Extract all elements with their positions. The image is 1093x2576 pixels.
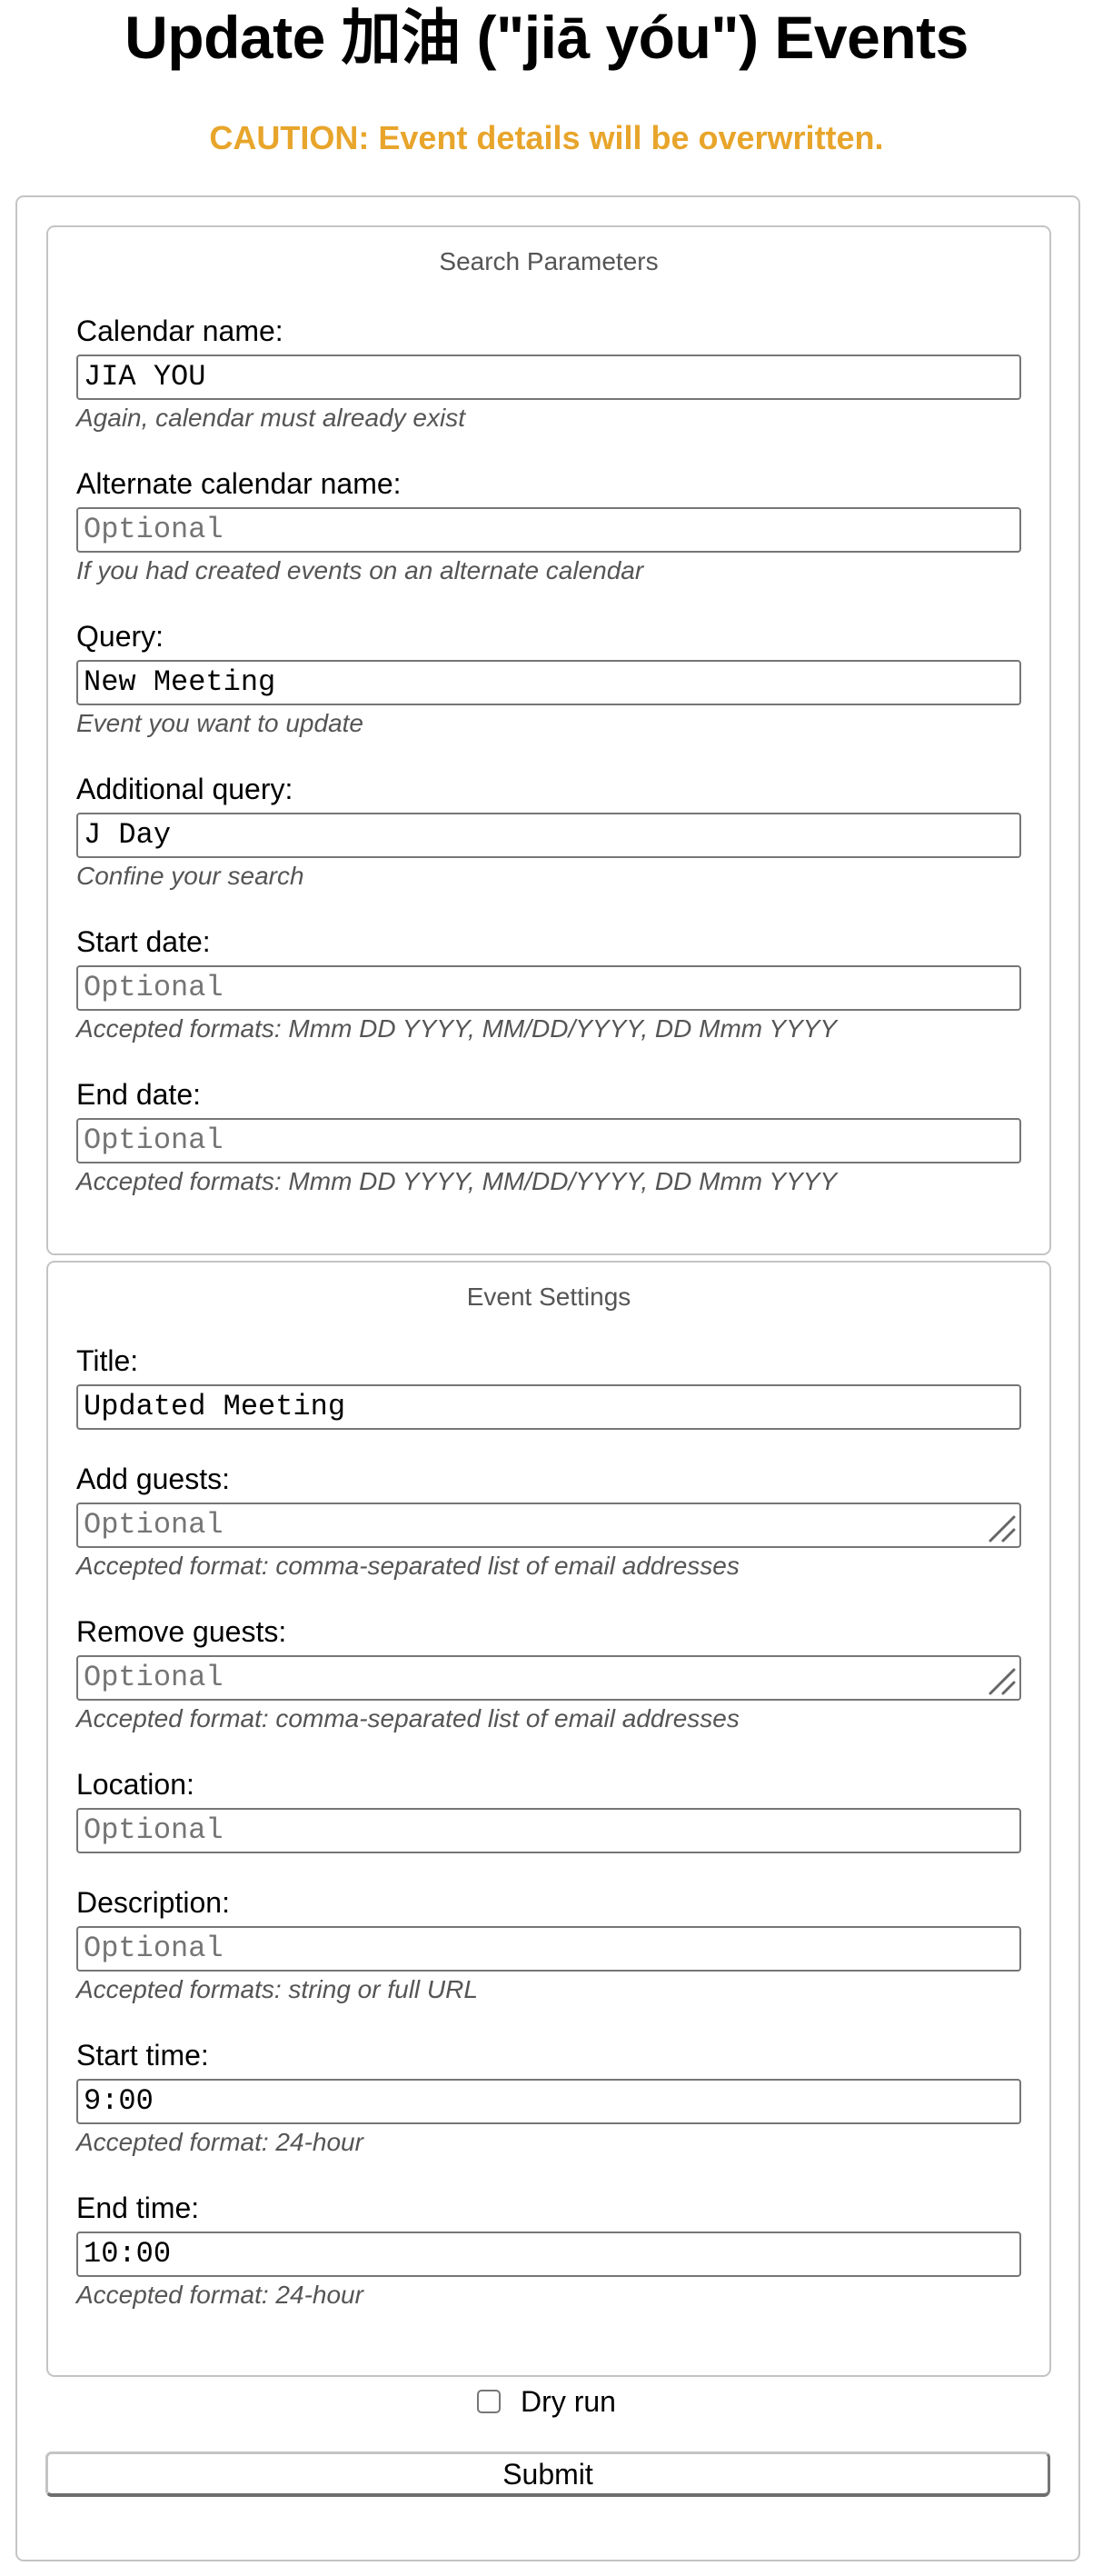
additional-query-value: J Day [84, 818, 172, 852]
add-guests-label: Add guests: [76, 1463, 230, 1495]
end-time-value: 10:00 [84, 2237, 172, 2271]
start-date-input[interactable]: Optional [76, 965, 1021, 1011]
start-date-hint: Accepted formats: Mmm DD YYYY, MM/DD/YYY… [76, 1014, 838, 1043]
query-field: Query: New Meeting Event you want to updat… [76, 618, 1021, 740]
start-date-placeholder: Optional [84, 971, 224, 1004]
title-input[interactable]: Updated Meeting [76, 1384, 1021, 1430]
query-value: New Meeting [84, 665, 276, 699]
start-time-hint: Accepted format: 24-hour [76, 2128, 363, 2156]
event-settings-fieldset: Event Settings Title: Updated Meeting Add … [46, 1261, 1051, 2377]
calendar-name-value: JIA YOU [84, 360, 206, 394]
description-label: Description: [76, 1886, 230, 1919]
location-field: Location: Optional [76, 1766, 1021, 1853]
resize-handle-icon[interactable] [985, 1512, 1018, 1544]
dry-run-option[interactable]: Dry run [0, 2374, 1093, 2429]
additional-query-hint: Confine your search [76, 862, 304, 890]
end-date-placeholder: Optional [84, 1123, 224, 1157]
add-guests-textarea[interactable]: Optional [76, 1503, 1021, 1548]
dry-run-checkbox[interactable] [477, 2390, 502, 2413]
calendar-name-input[interactable]: JIA YOU [76, 354, 1021, 400]
remove-guests-label: Remove guests: [76, 1615, 287, 1648]
resize-handle-icon[interactable] [985, 1664, 1018, 1697]
description-field: Description: Optional Accepted formats: st… [76, 1884, 1021, 2006]
alternate-calendar-name-hint: If you had created events on an alternat… [76, 556, 644, 584]
remove-guests-textarea[interactable]: Optional [76, 1655, 1021, 1701]
page-title: Update 加油 ("jiā yóu") Events [124, 4, 969, 71]
end-date-field: End date: Optional Accepted formats: Mmm D… [76, 1076, 1021, 1198]
calendar-name-hint: Again, calendar must already exist [76, 404, 465, 432]
description-placeholder: Optional [84, 1932, 224, 1965]
alternate-calendar-name-placeholder: Optional [84, 513, 224, 546]
submit-button[interactable]: Submit [45, 2451, 1050, 2497]
location-input[interactable]: Optional [76, 1808, 1021, 1853]
end-time-field: End time: 10:00 Accepted format: 24-hour [76, 2190, 1021, 2311]
start-time-label: Start time: [76, 2039, 209, 2072]
title-label: Title: [76, 1344, 139, 1377]
remove-guests-placeholder: Optional [84, 1661, 224, 1694]
add-guests-field: Add guests: Optional Accepted format: comm… [76, 1461, 1021, 1583]
add-guests-placeholder: Optional [84, 1508, 224, 1542]
search-parameters-fieldset: Search Parameters Calendar name: JIA YOU A… [46, 225, 1051, 1255]
location-placeholder: Optional [84, 1813, 224, 1847]
end-time-hint: Accepted format: 24-hour [76, 2281, 363, 2309]
additional-query-label: Additional query: [76, 773, 293, 805]
start-date-label: Start date: [76, 925, 211, 958]
query-input[interactable]: New Meeting [76, 660, 1021, 705]
description-hint: Accepted formats: string or full URL [76, 1975, 478, 2003]
search-parameters-legend: Search Parameters [439, 247, 659, 275]
alternate-calendar-name-field: Alternate calendar name: Optional If you h… [76, 465, 1021, 587]
query-hint: Event you want to update [76, 709, 363, 737]
remove-guests-field: Remove guests: Optional Accepted format: c… [76, 1613, 1021, 1735]
caution-message: CAUTION: Event details will be overwritt… [209, 119, 884, 156]
title-value: Updated Meeting [84, 1390, 346, 1423]
end-date-label: End date: [76, 1078, 201, 1111]
location-label: Location: [76, 1768, 194, 1801]
query-label: Query: [76, 620, 164, 653]
additional-query-field: Additional query: J Day Confine your searc… [76, 771, 1021, 893]
title-field: Title: Updated Meeting [76, 1343, 1021, 1430]
add-guests-hint: Accepted format: comma-separated list of… [76, 1552, 740, 1580]
start-time-input[interactable]: 9:00 [76, 2079, 1021, 2124]
end-date-hint: Accepted formats: Mmm DD YYYY, MM/DD/YYY… [76, 1167, 838, 1195]
start-time-value: 9:00 [84, 2084, 154, 2118]
end-date-input[interactable]: Optional [76, 1118, 1021, 1163]
start-time-field: Start time: 9:00 Accepted format: 24-hour [76, 2037, 1021, 2159]
end-time-input[interactable]: 10:00 [76, 2232, 1021, 2277]
calendar-name-field: Calendar name: JIA YOU Again, calendar mus… [76, 313, 1021, 434]
alternate-calendar-name-label: Alternate calendar name: [76, 467, 402, 500]
alternate-calendar-name-input[interactable]: Optional [76, 507, 1021, 553]
calendar-name-label: Calendar name: [76, 315, 283, 347]
dry-run-label[interactable]: Dry run [521, 2385, 616, 2419]
start-date-field: Start date: Optional Accepted formats: Mmm… [76, 924, 1021, 1045]
update-events-form: Search Parameters Calendar name: JIA YOU A… [15, 195, 1080, 2561]
event-settings-legend: Event Settings [466, 1283, 631, 1311]
additional-query-input[interactable]: J Day [76, 813, 1021, 858]
description-input[interactable]: Optional [76, 1926, 1021, 1972]
remove-guests-hint: Accepted format: comma-separated list of… [76, 1704, 740, 1732]
end-time-label: End time: [76, 2192, 200, 2224]
